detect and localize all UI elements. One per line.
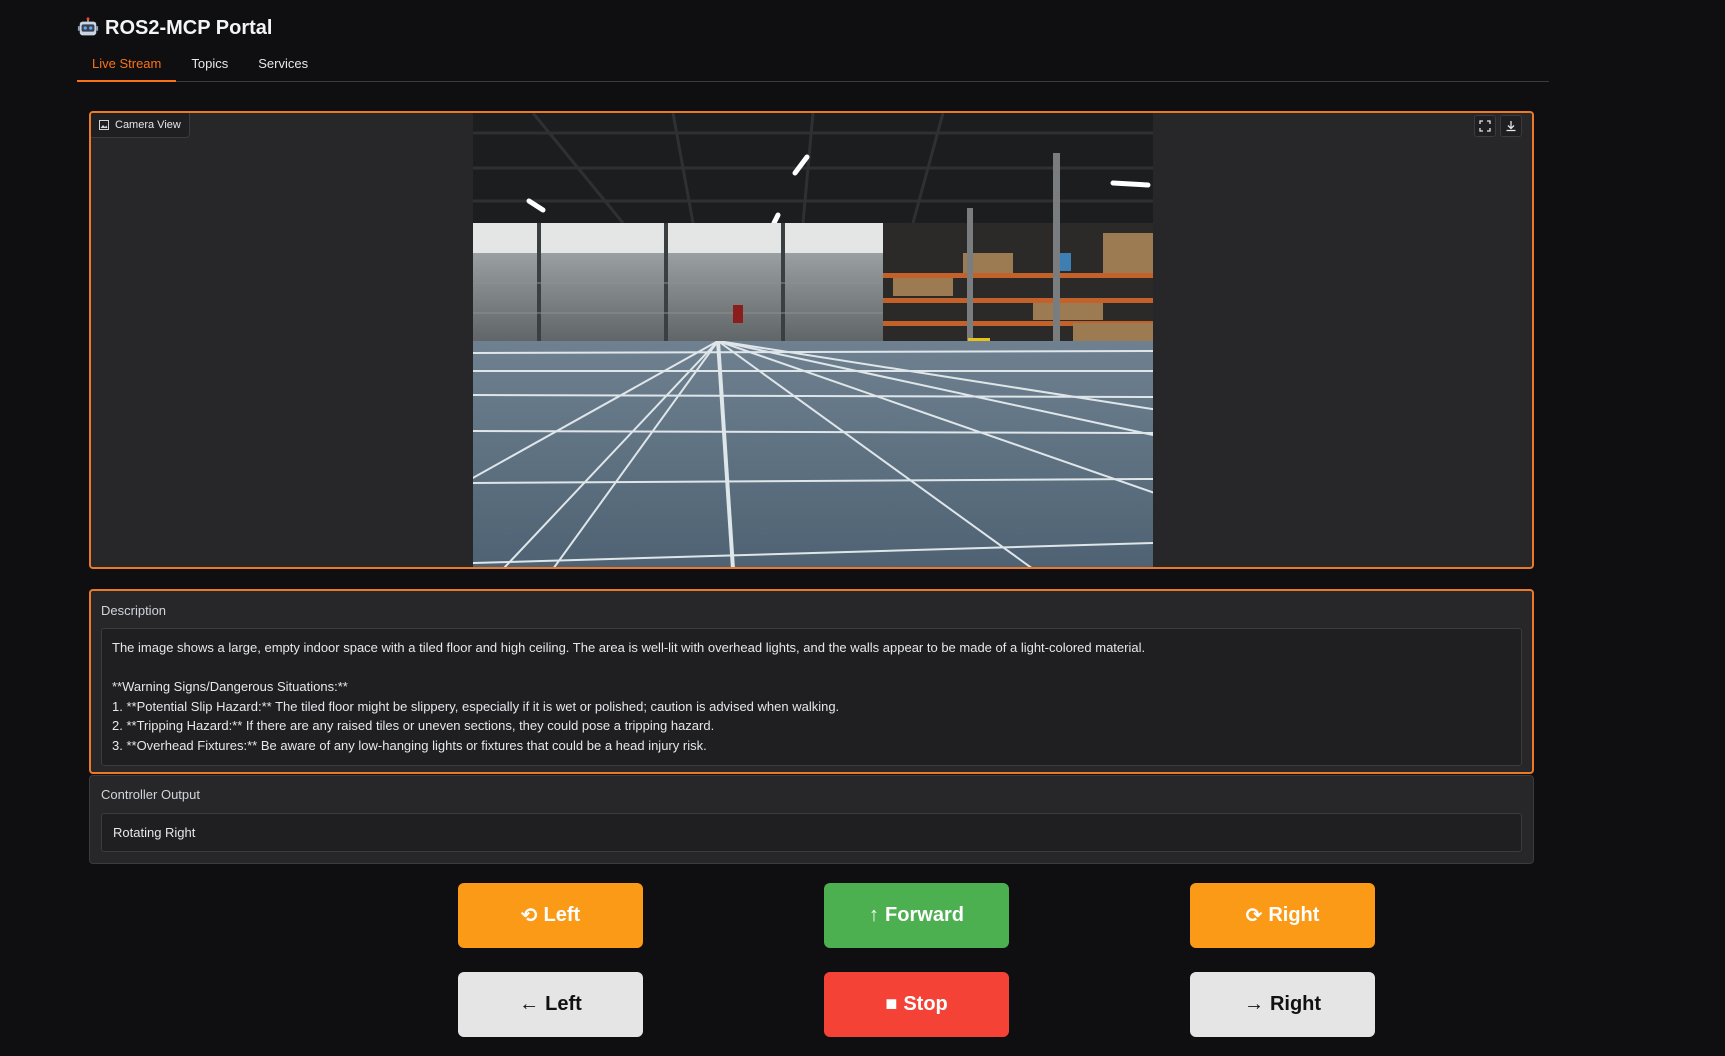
controller-output-panel: Controller Output Rotating Right <box>89 775 1534 864</box>
robot-icon <box>77 17 99 36</box>
controller-output-textbox[interactable]: Rotating Right <box>101 813 1522 852</box>
move-left-label: Left <box>545 993 582 1015</box>
fullscreen-button[interactable] <box>1474 115 1496 137</box>
download-icon <box>1506 121 1516 132</box>
move-right-button[interactable]: → Right <box>1190 972 1375 1037</box>
tab-bar: Live Stream Topics Services <box>77 52 1549 82</box>
camera-panel: Camera View <box>89 111 1534 569</box>
arrow-left-icon: ← <box>519 993 540 1015</box>
app-header: ROS2-MCP Portal <box>77 10 272 46</box>
description-textbox[interactable]: The image shows a large, empty indoor sp… <box>101 628 1522 766</box>
move-right-label: Right <box>1269 993 1322 1015</box>
download-button[interactable] <box>1500 115 1522 137</box>
rotate-left-button[interactable]: ⟲ Left <box>458 883 643 948</box>
app-title: ROS2-MCP Portal <box>105 16 273 39</box>
move-left-button[interactable]: ← Left <box>458 972 643 1037</box>
camera-tools <box>1474 115 1522 137</box>
tab-topics[interactable]: Topics <box>176 52 243 80</box>
tab-services[interactable]: Services <box>243 52 323 80</box>
arrow-up-icon: ↑ <box>869 904 880 926</box>
stop-icon: ■ <box>885 993 898 1015</box>
fullscreen-icon <box>1479 120 1491 132</box>
image-icon <box>99 120 109 130</box>
arrow-right-icon: → <box>1243 993 1264 1015</box>
rotate-right-icon: ⟳ <box>1245 905 1263 927</box>
forward-label: Forward <box>885 904 964 926</box>
stop-label: Stop <box>903 993 948 1015</box>
controller-output-label: Controller Output <box>101 787 200 802</box>
rotate-left-label: Left <box>543 904 581 926</box>
tab-live-stream[interactable]: Live Stream <box>77 52 177 82</box>
description-panel: Description The image shows a large, emp… <box>89 589 1534 774</box>
forward-button[interactable]: ↑ Forward <box>824 883 1009 948</box>
camera-view-label: Camera View <box>91 113 190 138</box>
description-label: Description <box>101 603 167 618</box>
camera-feed-image <box>473 113 1153 567</box>
stop-button[interactable]: ■ Stop <box>824 972 1009 1037</box>
rotate-right-button[interactable]: ⟳ Right <box>1190 883 1375 948</box>
rotate-right-label: Right <box>1268 904 1320 926</box>
camera-view-label-text: Camera View <box>115 119 181 131</box>
rotate-left-icon: ⟲ <box>520 905 538 927</box>
